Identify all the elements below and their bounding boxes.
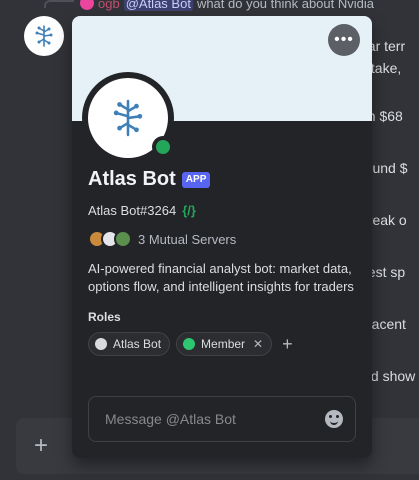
profile-content: Atlas Bot APP Atlas Bot#3264 {/} 3 Mutua… bbox=[88, 168, 358, 356]
mutual-server-icons bbox=[88, 230, 132, 248]
role-color-dot bbox=[183, 338, 196, 350]
message-placeholder: Message @Atlas Bot bbox=[105, 411, 236, 427]
user-tag[interactable]: Atlas Bot#3264 bbox=[88, 203, 176, 218]
circuit-icon bbox=[35, 25, 53, 47]
reply-username[interactable]: ogb bbox=[98, 0, 120, 11]
profile-avatar-ring bbox=[82, 72, 174, 164]
role-color-dot bbox=[95, 338, 107, 350]
mutual-servers-link[interactable]: 3 Mutual Servers bbox=[88, 230, 358, 248]
mutual-servers-count: 3 Mutual Servers bbox=[138, 231, 237, 247]
server-icon bbox=[114, 230, 132, 248]
user-profile-popout: ••• Atlas Bot APP Atlas Bot#3264 {/} 3 M… bbox=[72, 16, 372, 458]
display-name: Atlas Bot bbox=[88, 168, 176, 190]
add-role-button[interactable]: + bbox=[282, 335, 293, 353]
reply-mention[interactable]: @Atlas Bot bbox=[123, 0, 193, 11]
remove-role-icon[interactable]: ✕ bbox=[253, 337, 263, 351]
role-name: Member bbox=[201, 337, 246, 351]
direct-message-input[interactable]: Message @Atlas Bot bbox=[88, 396, 356, 442]
profile-bio: AI-powered financial analyst bot: market… bbox=[88, 261, 354, 294]
more-options-button[interactable]: ••• bbox=[328, 24, 360, 56]
app-badge: APP bbox=[181, 171, 211, 188]
role-chip[interactable]: Member ✕ bbox=[176, 332, 273, 356]
roles-heading: Roles bbox=[88, 310, 121, 324]
online-status-indicator bbox=[152, 136, 174, 158]
reply-connector bbox=[44, 0, 74, 8]
emoji-icon[interactable] bbox=[325, 410, 343, 428]
reply-text: what do you think about Nvidia bbox=[196, 0, 374, 11]
reply-preview[interactable]: ogb @Atlas Bot what do you think about Nvi… bbox=[80, 0, 374, 11]
add-attachment-button[interactable]: + bbox=[34, 434, 48, 458]
slash-command-icon: {/} bbox=[182, 203, 196, 218]
role-chip[interactable]: Atlas Bot bbox=[88, 332, 171, 356]
role-name: Atlas Bot bbox=[113, 337, 162, 351]
bot-avatar[interactable] bbox=[24, 16, 64, 56]
circuit-icon bbox=[113, 99, 143, 137]
roles-list: Atlas Bot Member ✕ + bbox=[88, 332, 358, 356]
reply-avatar bbox=[80, 0, 94, 10]
